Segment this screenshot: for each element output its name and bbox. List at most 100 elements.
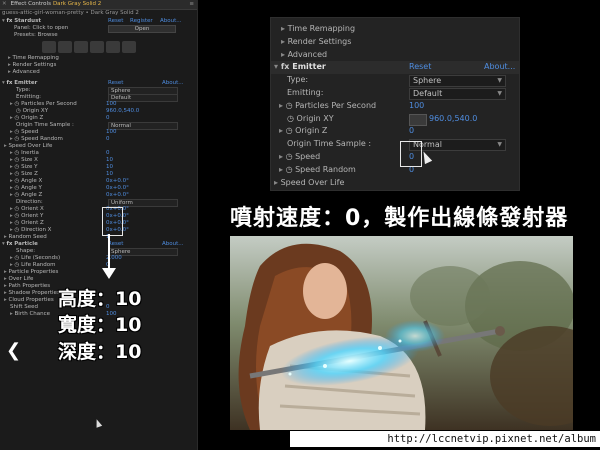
effect-header-stardust[interactable]: ▾ fx Stardust Reset Register About... [0,18,197,25]
stopwatch-icon[interactable]: ◷ [15,157,20,163]
preset-thumb[interactable] [74,41,88,53]
stopwatch-icon[interactable]: ◷ [15,115,20,121]
speed-value[interactable]: 100 [106,129,117,136]
stopwatch-icon[interactable]: ◷ [287,114,294,123]
fx-icon[interactable]: fx [7,241,13,247]
ots-dropdown[interactable]: Normal ▼ [409,139,506,152]
origin-z-value[interactable]: 0 [409,125,414,138]
stopwatch-icon[interactable]: ◷ [286,152,293,161]
emitter-about-link[interactable]: About... [484,61,515,74]
angle-z-value[interactable]: 0x+0.0° [106,192,129,199]
origin-z-label: Origin Z [21,115,44,121]
group-advanced[interactable]: ▸ Advanced [271,49,519,62]
group-render-settings[interactable]: ▸ Render Settings [271,36,519,49]
collapse-triangle-icon[interactable]: ▾ [2,18,5,24]
panel-menu-icon[interactable]: ≡ [189,1,194,8]
collapse-triangle-icon[interactable]: ▾ [2,241,5,247]
pps-value[interactable]: 100 [409,100,424,113]
angle-y-value[interactable]: 0x+0.0° [106,185,129,192]
stopwatch-icon[interactable]: ◷ [15,185,20,191]
preset-thumb[interactable] [58,41,72,53]
group-speed-over-life[interactable]: ▸ Speed Over Life [0,143,197,150]
preset-thumb[interactable] [122,41,136,53]
stopwatch-icon[interactable]: ◷ [286,101,293,110]
stopwatch-icon[interactable]: ◷ [15,129,20,135]
group-time-remapping[interactable]: ▸ Time Remapping [0,55,197,62]
emitter-about-link[interactable]: About... [162,80,184,87]
stopwatch-icon[interactable]: ◷ [15,101,20,107]
reset-link[interactable]: Reset [108,18,123,25]
effect-header-particle[interactable]: ▾ fx Particle Reset About... [0,241,197,248]
expand-triangle-icon[interactable]: ▸ [8,69,11,75]
emitter-reset-link[interactable]: Reset [409,61,431,74]
fx-icon[interactable]: fx [7,18,13,24]
origin-xy-value[interactable]: 960.0,540.0 [429,113,477,126]
pps-value[interactable]: 100 [106,101,117,108]
angle-z-label: Angle Z [21,192,43,198]
stopwatch-icon[interactable]: ◷ [15,206,20,212]
collapse-triangle-icon[interactable]: ▾ [274,62,278,71]
group-advanced[interactable]: ▸ Advanced [0,69,197,76]
stopwatch-icon[interactable]: ◷ [15,150,20,156]
size-x-value[interactable]: 10 [106,157,113,164]
fx-icon[interactable]: fx [7,80,13,86]
origin-xy-value[interactable]: 960.0,540.0 [106,108,139,115]
stopwatch-icon[interactable]: ◷ [15,262,20,268]
group-speed-over-life[interactable]: ▸ Speed Over Life [271,177,519,190]
collapse-triangle-icon[interactable]: ▾ [2,80,5,86]
stopwatch-icon[interactable]: ◷ [15,220,20,226]
preset-thumb[interactable] [90,41,104,53]
zoomed-effect-controls: ▸ Time Remapping ▸ Render Settings ▸ Adv… [270,17,520,191]
stopwatch-icon[interactable]: ◷ [15,227,20,233]
emitting-dropdown[interactable]: Default ▼ [409,87,506,100]
stopwatch-icon[interactable]: ◷ [16,108,21,114]
expand-triangle-icon[interactable]: ▸ [8,55,11,61]
crosshair-button[interactable] [409,113,427,126]
particle-about-link[interactable]: About... [162,241,184,248]
speed-random-row: ▸ ◷ Speed Random 0 [10,136,110,143]
group-over-life[interactable]: ▸ Over Life [0,276,197,283]
speed-value-highlight [400,141,422,167]
close-tab-icon[interactable]: ✕ [2,1,7,8]
angle-x-value[interactable]: 0x+0.0° [106,178,129,185]
stopwatch-icon[interactable]: ◷ [286,165,293,174]
tab-effect-controls[interactable]: Effect Controls [11,1,51,8]
stopwatch-icon[interactable]: ◷ [15,171,20,177]
stopwatch-icon[interactable]: ◷ [15,255,20,261]
size-z-row: ▸ ◷ Size Z 10 [10,171,113,178]
emitter-reset-link[interactable]: Reset [108,80,123,87]
stopwatch-icon[interactable]: ◷ [15,213,20,219]
type-dropdown[interactable]: Sphere ▼ [409,75,506,88]
previous-arrow-icon[interactable]: ❮ [6,340,21,361]
stopwatch-icon[interactable]: ◷ [15,136,20,142]
speed-random-value[interactable]: 0 [106,136,110,143]
stopwatch-icon[interactable]: ◷ [15,192,20,198]
origin-z-value[interactable]: 0 [106,115,110,122]
orient-z-row: ▸ ◷ Orient Z 0x+0.0° [10,220,129,226]
angle-y-row: ▸ ◷ Angle Y 0x+0.0° [10,185,129,192]
speed-random-label: Speed Random [295,164,356,174]
type-value: Sphere [413,76,442,86]
life-row: ▸ ◷ Life (Seconds) 2.000 [10,255,122,261]
size-x-row: ▸ ◷ Size X 10 [10,157,113,164]
size-z-value[interactable]: 10 [106,171,113,178]
register-link[interactable]: Register [130,18,153,25]
effect-header-emitter[interactable]: ▾ fx Emitter Reset About... [271,61,519,75]
group-render-settings[interactable]: ▸ Render Settings [0,62,197,69]
stopwatch-icon[interactable]: ◷ [286,126,293,135]
particle-reset-link[interactable]: Reset [108,241,123,248]
inertia-value[interactable]: 0 [106,150,110,157]
group-particle-properties[interactable]: ▸ Particle Properties [0,269,197,276]
callout-depth: 深度：10 [58,341,142,363]
fx-icon[interactable]: fx [281,62,290,71]
group-time-remapping[interactable]: ▸ Time Remapping [271,23,519,36]
preset-thumb[interactable] [106,41,120,53]
expand-triangle-icon[interactable]: ▸ [8,62,11,68]
effect-header-emitter[interactable]: ▾ fx Emitter Reset About... [0,80,197,87]
stopwatch-icon[interactable]: ◷ [15,164,20,170]
stopwatch-icon[interactable]: ◷ [15,178,20,184]
preset-thumb[interactable] [42,41,56,53]
comp-path: guess-attic-girl-woman-pretty • Dark Gra… [2,10,139,16]
about-link[interactable]: About... [160,18,182,25]
size-y-value[interactable]: 10 [106,164,113,171]
